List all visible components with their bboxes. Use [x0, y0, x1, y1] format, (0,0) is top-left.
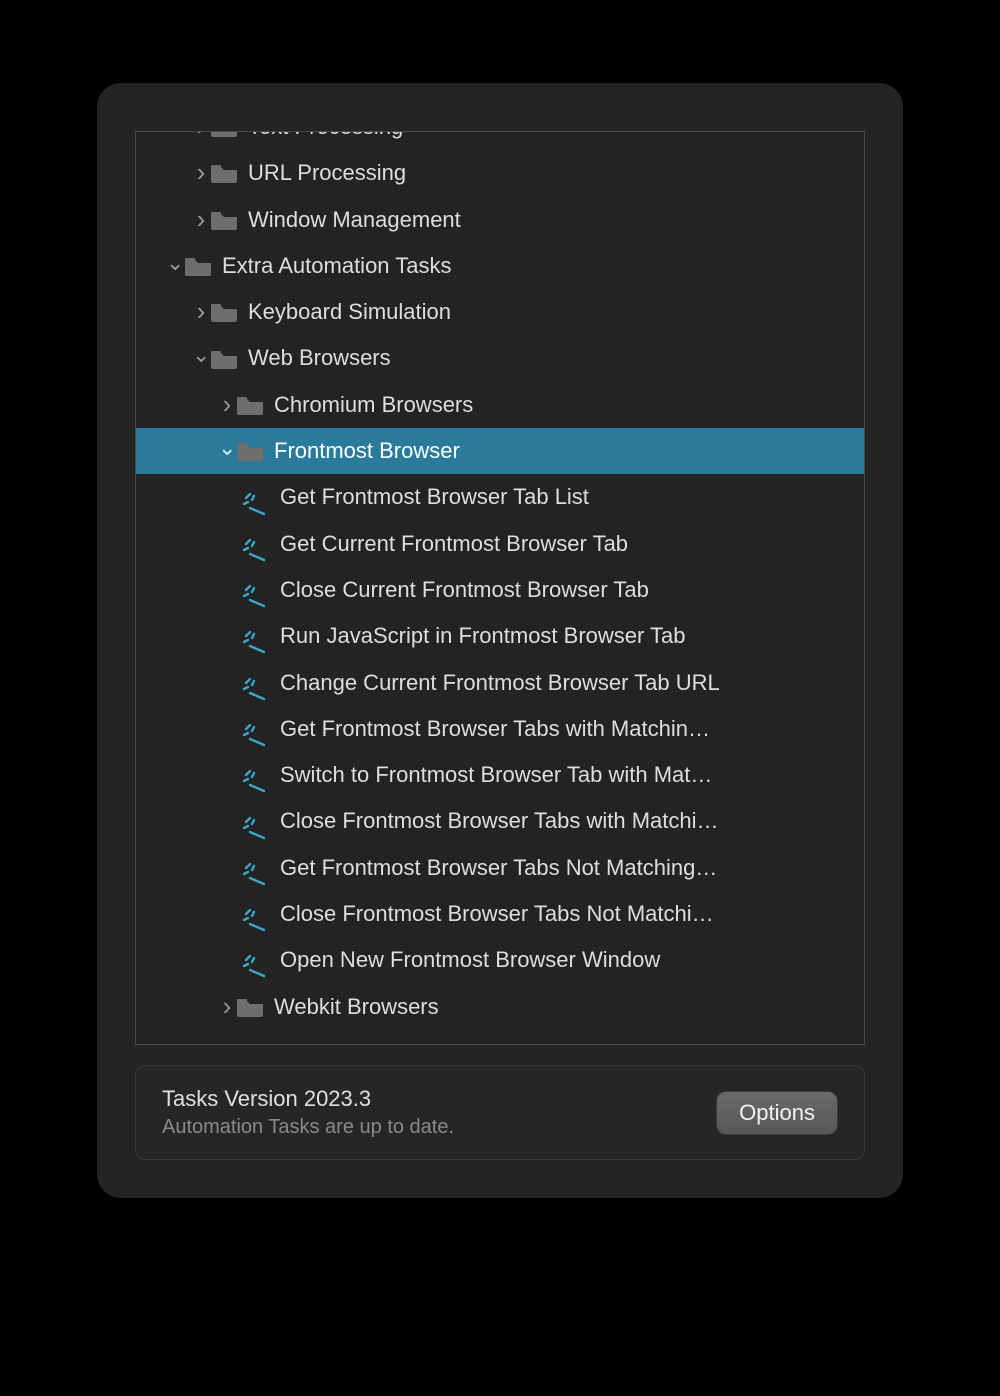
tree-item-extra-automation[interactable]: Extra Automation Tasks	[136, 243, 864, 289]
tree-label: Get Current Frontmost Browser Tab	[280, 521, 864, 567]
magic-wand-icon	[242, 486, 270, 510]
tree-action-item[interactable]: Change Current Frontmost Browser Tab URL	[136, 660, 864, 706]
tree-action-item[interactable]: Get Frontmost Browser Tabs Not Matching…	[136, 845, 864, 891]
folder-icon	[210, 302, 238, 322]
magic-wand-icon	[242, 902, 270, 926]
options-button[interactable]: Options	[716, 1091, 838, 1135]
tree-action-item[interactable]: Get Frontmost Browser Tab List	[136, 474, 864, 520]
chevron-right-icon	[218, 382, 236, 428]
magic-wand-icon	[242, 717, 270, 741]
tree-action-item[interactable]: Switch to Frontmost Browser Tab with Mat…	[136, 752, 864, 798]
tree-label: Get Frontmost Browser Tab List	[280, 474, 864, 520]
tasks-tree-container: Text Processing URL Processing Window Ma…	[135, 131, 865, 1045]
magic-wand-icon	[242, 671, 270, 695]
tree-label: Switch to Frontmost Browser Tab with Mat…	[280, 752, 864, 798]
folder-icon	[236, 395, 264, 415]
chevron-right-icon	[192, 150, 210, 196]
tree-item-url-processing[interactable]: URL Processing	[136, 150, 864, 196]
tree-item-web-browsers[interactable]: Web Browsers	[136, 335, 864, 381]
tree-label: Close Current Frontmost Browser Tab	[280, 567, 864, 613]
tree-item-chromium-browsers[interactable]: Chromium Browsers	[136, 382, 864, 428]
magic-wand-icon	[242, 763, 270, 787]
tree-action-item[interactable]: Close Frontmost Browser Tabs Not Matchi…	[136, 891, 864, 937]
tree-item-window-management[interactable]: Window Management	[136, 197, 864, 243]
tree-label: Get Frontmost Browser Tabs with Matchin…	[280, 706, 864, 752]
tree-action-item[interactable]: Open New Frontmost Browser Window	[136, 937, 864, 983]
chevron-right-icon	[192, 197, 210, 243]
tree-action-item[interactable]: Close Current Frontmost Browser Tab	[136, 567, 864, 613]
chevron-down-icon	[166, 243, 184, 289]
folder-icon	[236, 997, 264, 1017]
tree-label: Webkit Browsers	[274, 984, 864, 1030]
tree-item-webkit-browsers[interactable]: Webkit Browsers	[136, 984, 864, 1030]
tasks-version-subtitle: Automation Tasks are up to date.	[162, 1116, 454, 1139]
tree-label: Frontmost Browser	[274, 428, 864, 474]
tasks-tree[interactable]: Text Processing URL Processing Window Ma…	[136, 131, 864, 1030]
tree-label: Keyboard Simulation	[248, 289, 864, 335]
magic-wand-icon	[242, 948, 270, 972]
tree-label: URL Processing	[248, 150, 864, 196]
tree-label: Chromium Browsers	[274, 382, 864, 428]
folder-icon	[210, 131, 238, 137]
magic-wand-icon	[242, 532, 270, 556]
tree-label: Close Frontmost Browser Tabs with Matchi…	[280, 798, 864, 844]
folder-icon	[236, 441, 264, 461]
folder-icon	[210, 210, 238, 230]
chevron-down-icon	[218, 428, 236, 474]
tree-action-item[interactable]: Close Frontmost Browser Tabs with Matchi…	[136, 798, 864, 844]
tree-action-item[interactable]: Run JavaScript in Frontmost Browser Tab	[136, 613, 864, 659]
tree-label: Run JavaScript in Frontmost Browser Tab	[280, 613, 864, 659]
magic-wand-icon	[242, 856, 270, 880]
folder-icon	[210, 349, 238, 369]
chevron-right-icon	[218, 984, 236, 1030]
tree-label: Change Current Frontmost Browser Tab URL	[280, 660, 864, 706]
tree-action-item[interactable]: Get Current Frontmost Browser Tab	[136, 521, 864, 567]
tree-label: Window Management	[248, 197, 864, 243]
folder-icon	[210, 163, 238, 183]
tree-item-text-processing[interactable]: Text Processing	[136, 131, 864, 150]
chevron-right-icon	[192, 131, 210, 150]
magic-wand-icon	[242, 624, 270, 648]
chevron-right-icon	[192, 289, 210, 335]
tree-label: Close Frontmost Browser Tabs Not Matchi…	[280, 891, 864, 937]
tree-label: Open New Frontmost Browser Window	[280, 937, 864, 983]
preferences-window: Text Processing URL Processing Window Ma…	[97, 83, 903, 1198]
tasks-version-title: Tasks Version 2023.3	[162, 1086, 454, 1112]
tree-label: Web Browsers	[248, 335, 864, 381]
tree-item-keyboard-simulation[interactable]: Keyboard Simulation	[136, 289, 864, 335]
tree-label: Extra Automation Tasks	[222, 243, 864, 289]
tree-action-item[interactable]: Get Frontmost Browser Tabs with Matchin…	[136, 706, 864, 752]
footer-text: Tasks Version 2023.3 Automation Tasks ar…	[162, 1086, 454, 1139]
magic-wand-icon	[242, 810, 270, 834]
folder-icon	[184, 256, 212, 276]
tree-label: Get Frontmost Browser Tabs Not Matching…	[280, 845, 864, 891]
magic-wand-icon	[242, 578, 270, 602]
tree-label: Text Processing	[248, 131, 864, 150]
chevron-down-icon	[192, 335, 210, 381]
tasks-version-footer: Tasks Version 2023.3 Automation Tasks ar…	[135, 1065, 865, 1160]
tree-item-frontmost-browser[interactable]: Frontmost Browser	[136, 428, 864, 474]
